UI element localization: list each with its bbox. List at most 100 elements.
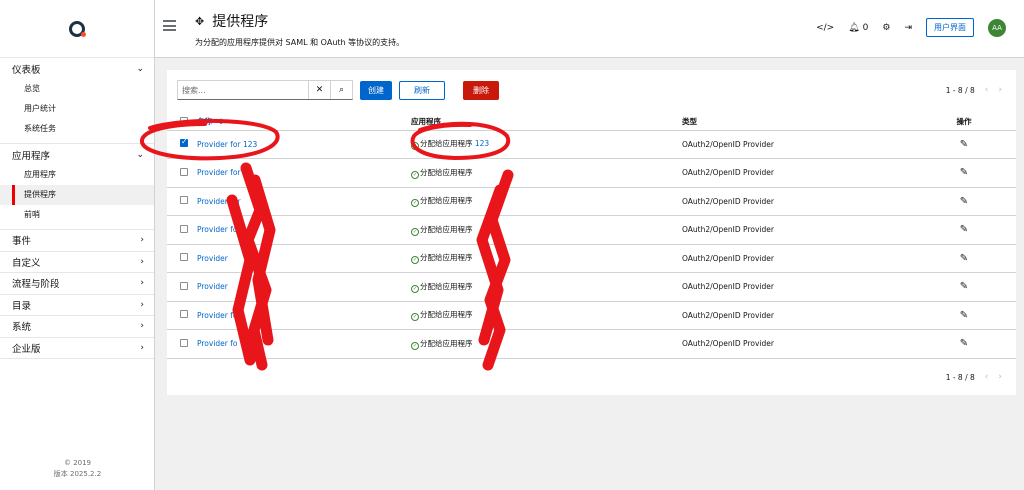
table-row[interactable]: Provider for ✓ 分配给应用程序 OAuth2/OpenID Provi… [167,215,1016,245]
search-input[interactable] [178,81,308,99]
chevron-right-icon: › [140,256,144,267]
assigned-app-prefix: 分配给应用程序 [420,224,473,234]
edit-icon[interactable]: ✎ [960,224,968,235]
assigned-app-prefix: 分配给应用程序 [420,139,473,149]
table-row[interactable]: Provider ✓ 分配给应用程序 OAuth2/OpenID Provider ✎ [167,244,1016,273]
code-icon[interactable]: </> [816,23,834,33]
row-checkbox[interactable] [180,253,188,262]
search-box: ✕ ⌕ [177,80,353,100]
provider-name-link[interactable]: Provider [197,282,228,291]
row-checkbox[interactable] [180,224,188,233]
table-toolbar: ✕ ⌕ 创建 刷新 删除 [177,80,499,100]
sidebar: 仪表板 ⌄ 总览 用户统计 系统任务 应用程序 ⌄ 应用程序 提供程序 前哨 事… [0,0,155,490]
logout-icon[interactable]: ⇥ [904,23,912,33]
sidebar-item-user-stats[interactable]: 用户统计 [0,99,154,119]
user-interface-button[interactable]: 用户界面 [926,18,974,37]
nav-toggle-applications[interactable]: 应用程序 ⌄ [0,144,154,165]
table-row[interactable]: Provider for ✓ 分配给应用程序 OAuth2/OpenID Provi… [167,187,1016,216]
provider-name-link[interactable]: Provider for [197,168,241,177]
check-circle-icon: ✓ [411,284,419,293]
table-row[interactable]: Provider fo ✓ 分配给应用程序 OAuth2/OpenID Provid… [167,301,1016,330]
logo-icon [69,20,86,37]
nav-group-label: 目录 [12,300,32,312]
menu-toggle-icon[interactable] [163,20,176,31]
nav-group-label: 仪表板 [12,64,41,76]
nav-toggle-customize[interactable]: 自定义 › [0,252,154,273]
create-button[interactable]: 创建 [360,80,392,100]
providers-card: ✕ ⌕ 创建 刷新 删除 1 - 8 / 8 ‹ › 名称 ↓ 应用程序 类型 操… [167,70,1016,395]
edit-icon[interactable]: ✎ [960,139,968,150]
row-checkbox[interactable] [180,137,188,148]
table-row[interactable]: Provider ✓ 分配给应用程序 OAuth2/OpenID Provider ✎ [167,272,1016,302]
delete-button[interactable]: 删除 [463,80,499,100]
nav-toggle-system[interactable]: 系统 › [0,316,154,338]
edit-icon[interactable]: ✎ [960,167,968,178]
chevron-right-icon[interactable]: › [998,85,1002,95]
edit-icon[interactable]: ✎ [960,196,968,207]
provider-name-link[interactable]: Provider for 123 [197,140,257,149]
clear-icon[interactable]: ✕ [308,81,330,99]
table-header-row: 名称 ↓ 应用程序 类型 操作 [167,114,1016,131]
gear-icon[interactable]: ⚙ [882,23,890,33]
nav-group-label: 应用程序 [12,150,51,162]
puzzle-icon: ✥ [195,14,205,28]
sidebar-item-overview[interactable]: 总览 [0,79,154,99]
sidebar-item-system-tasks[interactable]: 系统任务 [0,119,154,139]
logo[interactable] [0,0,154,58]
nav-group-label: 流程与阶段 [12,279,60,291]
edit-icon[interactable]: ✎ [960,310,968,321]
nav-toggle-dashboard[interactable]: 仪表板 ⌄ [0,58,154,79]
assigned-app-prefix: 分配给应用程序 [420,253,473,263]
nav-toggle-events[interactable]: 事件 › [0,230,154,252]
assigned-app-prefix: 分配给应用程序 [420,167,473,177]
bell-icon: 🔔︎ [848,22,860,33]
page-title: ✥ 提供程序 [195,11,404,31]
chevron-left-icon[interactable]: ‹ [985,85,989,95]
chevron-right-icon: › [140,299,144,310]
provider-type: OAuth2/OpenID Provider [682,215,912,245]
row-checkbox[interactable] [180,281,188,290]
pagination-range: 1 - 8 / 8 [945,372,975,382]
provider-type: OAuth2/OpenID Provider [682,329,912,359]
table-row[interactable]: Provider fo ✓ 分配给应用程序 OAuth2/OpenID Provid… [167,329,1016,359]
column-header-type: 类型 [682,114,912,131]
nav-toggle-flows[interactable]: 流程与阶段 › [0,273,154,295]
provider-name-link[interactable]: Provider fo [197,311,238,320]
provider-name-link[interactable]: Provider fo [197,339,238,348]
nav-toggle-enterprise[interactable]: 企业版 › [0,338,154,359]
sidebar-footer: © 2019 版本 2025.2.2 [0,458,155,480]
table-row[interactable]: Provider for ✓ 分配给应用程序 OAuth2/OpenID Provi… [167,158,1016,188]
edit-icon[interactable]: ✎ [960,281,968,292]
row-checkbox[interactable] [180,196,188,205]
table-row[interactable]: Provider for 123 ✓分配给应用程序 123 OAuth2/OpenI… [167,130,1016,159]
select-all-checkbox[interactable] [180,116,188,125]
row-checkbox[interactable] [180,338,188,347]
edit-icon[interactable]: ✎ [960,253,968,264]
chevron-right-icon[interactable]: › [998,372,1002,382]
sidebar-item-outposts[interactable]: 前哨 [0,205,154,225]
provider-name-link[interactable]: Provider for [197,225,241,234]
chevron-right-icon: › [140,321,144,332]
column-header-app: 应用程序 [411,114,682,131]
sidebar-item-applications[interactable]: 应用程序 [0,165,154,185]
avatar[interactable]: AA [988,18,1006,37]
sidebar-item-providers[interactable]: 提供程序 [0,185,154,205]
search-icon[interactable]: ⌕ [330,81,352,99]
nav-group-dashboard: 仪表板 ⌄ 总览 用户统计 系统任务 [0,58,154,144]
check-circle-icon: ✓ [411,341,419,350]
column-header-name[interactable]: 名称 ↓ [197,114,411,131]
assigned-app-prefix: 分配给应用程序 [420,338,473,348]
provider-name-link[interactable]: Provider [197,254,228,263]
row-checkbox[interactable] [180,310,188,319]
provider-type: OAuth2/OpenID Provider [682,187,912,216]
chevron-left-icon[interactable]: ‹ [985,372,989,382]
provider-name-link[interactable]: Provider for [197,197,241,206]
edit-icon[interactable]: ✎ [960,338,968,349]
row-checkbox[interactable] [180,167,188,176]
notification-button[interactable]: 🔔︎ 0 [848,23,868,33]
assigned-app-link[interactable]: 123 [475,139,489,148]
refresh-button[interactable]: 刷新 [399,80,445,100]
nav-toggle-directory[interactable]: 目录 › [0,295,154,316]
chevron-down-icon: ⌄ [136,63,144,74]
check-circle-icon: ✓ [411,313,419,322]
